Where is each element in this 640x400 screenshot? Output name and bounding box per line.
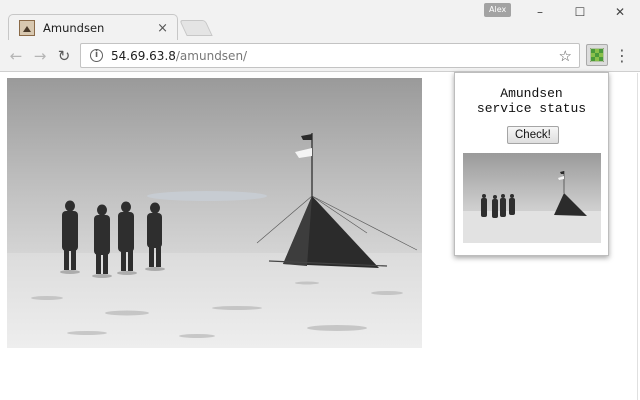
url-host: 54.69.63.8 bbox=[111, 48, 176, 63]
chrome-menu-icon[interactable]: ⋮ bbox=[614, 45, 630, 67]
amundsen-photo-thumbnail bbox=[463, 153, 601, 243]
check-button[interactable]: Check! bbox=[507, 126, 559, 144]
amundsen-south-pole-photo bbox=[7, 78, 422, 348]
page-edge bbox=[637, 73, 638, 400]
close-icon[interactable]: ✕ bbox=[607, 2, 633, 22]
info-icon[interactable]: i bbox=[90, 49, 103, 62]
minimize-icon[interactable]: – bbox=[527, 2, 553, 22]
popup-title-line2: service status bbox=[476, 101, 587, 116]
browser-toolbar: ← → ↻ i 54.69.63.8 /amundsen/ ☆ ⋮ bbox=[0, 40, 640, 72]
tab-close-icon[interactable]: × bbox=[157, 21, 168, 36]
back-icon[interactable]: ← bbox=[6, 45, 26, 67]
profile-badge[interactable]: Alex bbox=[484, 3, 512, 17]
new-tab-button[interactable] bbox=[179, 20, 213, 36]
tab-amundsen[interactable]: Amundsen × bbox=[8, 14, 178, 41]
tab-title: Amundsen bbox=[43, 21, 105, 35]
picture-favicon-icon bbox=[19, 20, 35, 36]
title-bar: Amundsen × Alex – ☐ ✕ bbox=[0, 0, 640, 41]
address-bar[interactable]: i 54.69.63.8 /amundsen/ ☆ bbox=[80, 43, 580, 68]
forward-icon[interactable]: → bbox=[30, 45, 50, 67]
extension-button[interactable] bbox=[586, 44, 608, 66]
popup-title: Amundsen service status bbox=[455, 86, 608, 116]
extension-popup: Amundsen service status Check! bbox=[454, 72, 609, 256]
popup-title-line1: Amundsen bbox=[500, 86, 563, 101]
grid-extension-icon bbox=[590, 48, 604, 62]
bookmark-star-icon[interactable]: ☆ bbox=[559, 47, 572, 65]
reload-icon[interactable]: ↻ bbox=[54, 45, 74, 67]
maximize-icon[interactable]: ☐ bbox=[567, 2, 593, 22]
url-path: /amundsen/ bbox=[175, 48, 248, 63]
